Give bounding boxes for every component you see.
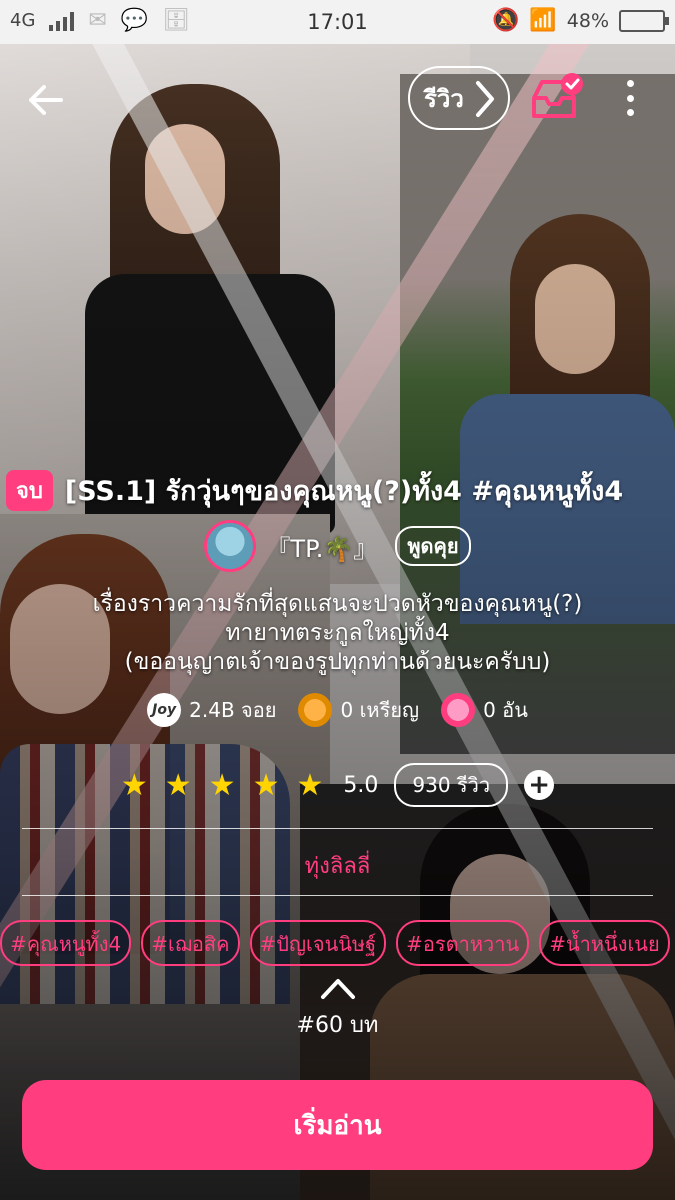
candy-icon	[441, 693, 476, 727]
tag-chip[interactable]: #เฌอสิค	[141, 920, 240, 966]
coin-count: 0 เหรียญ	[340, 698, 420, 722]
coin-stat: 0 เหรียญ	[298, 693, 419, 727]
description-line: เรื่องราวความรักที่สุดแสนจะปวดหัวของคุณห…	[92, 591, 583, 617]
star-icon: ★	[296, 767, 324, 803]
tag-chip[interactable]: #อรตาหวาน	[396, 920, 530, 966]
description-line: ทายาทตระกูลใหญ่ทั้ง4	[225, 620, 450, 646]
divider	[22, 895, 653, 896]
coin-icon	[298, 693, 333, 727]
description-line: (ขออนุญาตเจ้าของรูปทุกท่านด้วยนะครับบ)	[124, 649, 551, 675]
tag-chip[interactable]: #น้ำหนึ่งเนย	[539, 920, 670, 966]
status-badge: จบ	[6, 469, 53, 511]
library-inbox-check-icon	[532, 73, 583, 118]
star-icon: ★	[208, 767, 236, 803]
group-link[interactable]: ทุ่งลิลลี่	[0, 848, 675, 883]
chapter-toggle[interactable]: #60 บท	[0, 975, 675, 1045]
more-options-button[interactable]	[616, 76, 644, 120]
battery-icon	[619, 9, 669, 32]
add-to-library-button[interactable]	[530, 72, 586, 122]
more-vertical-icon	[626, 80, 634, 87]
mute-icon: 🔕	[491, 8, 520, 33]
review-count-button[interactable]: 930 รีวิว	[394, 763, 509, 807]
battery-percent: 48%	[566, 9, 609, 32]
joy-count: 2.4B จอย	[189, 698, 277, 722]
candy-stat: 0 อัน	[441, 693, 528, 727]
star-icon: ★	[120, 767, 148, 803]
tags-row: #คุณหนูทั้ง4 #เฌอสิค #ปัญเจนนิษฐ์ #อรตาหวาน…	[0, 920, 675, 966]
candy-count: 0 อัน	[483, 698, 528, 722]
divider	[22, 828, 653, 829]
author-avatar[interactable]	[204, 520, 257, 572]
story-title: [SS.1] รักวุ่นๆของคุณหนู(?)ทั้ง4 #คุณหนู…	[64, 475, 624, 507]
status-bar: 4G ✉ 💬 🗄 17:01 🔕 📶 48%	[0, 0, 675, 44]
stats-row: Joy 2.4B จอย 0 เหรียญ 0 อัน	[0, 690, 675, 730]
tag-chip[interactable]: #ปัญเจนนิษฐ์	[249, 920, 387, 966]
star-rating: ★ ★ ★ ★ ★	[121, 768, 324, 803]
joy-stat: Joy 2.4B จอย	[147, 693, 276, 727]
chevron-up-icon	[320, 979, 355, 999]
chapter-count: #60 บท	[296, 1013, 379, 1038]
story-description: เรื่องราวความรักที่สุดแสนจะปวดหัวของคุณห…	[30, 590, 645, 677]
joy-icon: Joy	[147, 693, 182, 727]
talk-button[interactable]: พูดคุย	[395, 526, 471, 566]
chevron-right-icon	[476, 81, 494, 117]
back-arrow-icon	[29, 85, 63, 115]
star-icon: ★	[164, 767, 192, 803]
start-reading-button[interactable]: เริ่มอ่าน	[22, 1080, 653, 1170]
review-button[interactable]: รีวิว	[408, 66, 510, 130]
star-icon: ★	[252, 767, 280, 803]
add-review-button[interactable]: +	[524, 770, 555, 800]
review-button-label: รีวิว	[424, 84, 464, 113]
wifi-icon: 📶	[529, 8, 557, 33]
rating-row: ★ ★ ★ ★ ★ 5.0 930 รีวิว +	[0, 763, 675, 807]
status-right: 🔕 📶 48%	[491, 8, 669, 33]
back-button[interactable]	[22, 76, 70, 124]
author-name[interactable]: 『TP.🌴』	[266, 529, 377, 564]
title-row: จบ [SS.1] รักวุ่นๆของคุณหนู(?)ทั้ง4 #คุณ…	[6, 469, 670, 511]
rating-value: 5.0	[343, 772, 379, 798]
tag-chip[interactable]: #คุณหนูทั้ง4	[0, 920, 132, 966]
author-row: 『TP.🌴』 พูดคุย	[0, 520, 675, 572]
